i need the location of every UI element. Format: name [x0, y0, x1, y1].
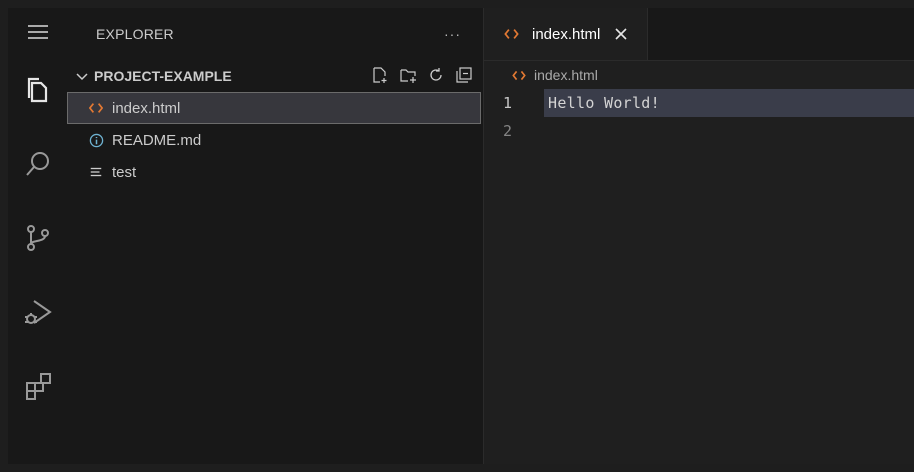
more-actions-button[interactable]: ···: [444, 26, 461, 42]
explorer-sidebar: EXPLORER ··· PROJECT-EXAMPLE index.html …: [67, 8, 484, 464]
code-line[interactable]: 2: [484, 117, 914, 145]
line-number: 2: [502, 122, 512, 140]
text-file-icon: [88, 164, 104, 180]
source-control-icon[interactable]: [18, 218, 58, 258]
explorer-header: EXPLORER ···: [68, 8, 483, 60]
menu-icon[interactable]: [18, 12, 58, 52]
project-name: PROJECT-EXAMPLE: [94, 68, 232, 84]
breadcrumb-file: index.html: [534, 67, 598, 83]
chevron-down-icon: [76, 73, 88, 81]
code-line[interactable]: 1 Hello World!: [484, 89, 914, 117]
file-label: index.html: [112, 99, 181, 117]
editor-tabs: index.html: [484, 8, 914, 61]
code-editor[interactable]: 1 Hello World! 2: [484, 89, 914, 145]
project-section-header[interactable]: PROJECT-EXAMPLE: [68, 60, 483, 92]
html-icon: [512, 68, 528, 82]
line-text: Hello World!: [544, 89, 914, 117]
html-icon: [88, 100, 104, 116]
file-label: test: [112, 163, 137, 181]
explorer-icon[interactable]: [18, 70, 58, 110]
file-item-index-html[interactable]: index.html: [67, 92, 481, 124]
extensions-icon[interactable]: [18, 366, 58, 406]
file-item-test[interactable]: test: [68, 156, 483, 188]
new-folder-icon[interactable]: [399, 66, 417, 84]
close-icon[interactable]: [614, 27, 628, 41]
file-label: README.md: [112, 131, 202, 149]
explorer-title: EXPLORER: [96, 26, 174, 42]
new-file-icon[interactable]: [371, 66, 389, 84]
breadcrumb[interactable]: index.html: [484, 61, 914, 89]
html-icon: [504, 26, 522, 42]
refresh-icon[interactable]: [427, 66, 445, 84]
run-debug-icon[interactable]: [18, 292, 58, 332]
tab-index-html[interactable]: index.html: [484, 8, 648, 60]
search-icon[interactable]: [18, 144, 58, 184]
tab-label: index.html: [532, 25, 601, 43]
line-number: 1: [502, 94, 512, 112]
file-item-readme[interactable]: README.md: [68, 124, 483, 156]
editor-area: index.html index.html 1 Hello World! 2: [484, 8, 914, 464]
info-icon: [88, 132, 104, 148]
activity-bar: [8, 8, 68, 464]
vscode-window: EXPLORER ··· PROJECT-EXAMPLE index.html …: [0, 0, 914, 472]
collapse-all-icon[interactable]: [455, 66, 473, 84]
